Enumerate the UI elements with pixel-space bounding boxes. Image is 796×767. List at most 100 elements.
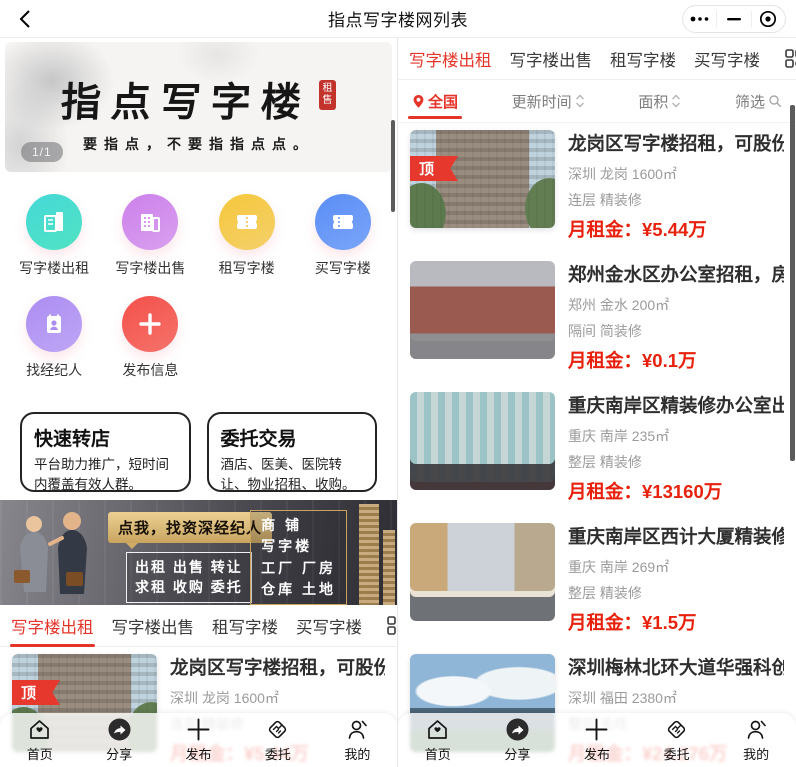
ad-category: 仓库 土地 bbox=[261, 579, 336, 600]
quick-icon-buy-office[interactable]: 买写字楼 bbox=[295, 194, 391, 278]
tabbar-publish[interactable]: 发布 bbox=[557, 713, 637, 767]
filter-area[interactable]: 面积 bbox=[638, 80, 681, 122]
listing-item[interactable]: 重庆南岸区精装修办公室出… 重庆 南岸 235㎡ 整层 精装修 月租金：¥131… bbox=[398, 392, 796, 504]
listing-item[interactable]: 郑州金水区办公室招租，房… 郑州 金水 200㎡ 隔间 简装修 月租金：¥0.1… bbox=[398, 261, 796, 373]
promo-desc: 酒店、医美、医院转让、物业招租、收购。 bbox=[221, 455, 364, 494]
home-icon bbox=[425, 717, 450, 742]
tabbar-profile[interactable]: 我的 bbox=[318, 713, 397, 767]
carousel-page-indicator: 1/1 bbox=[21, 142, 63, 162]
sort-arrows-icon bbox=[671, 94, 681, 108]
publish-plus-icon bbox=[186, 717, 211, 742]
listing-price: 月租金：¥5.44万 bbox=[568, 216, 784, 242]
ad-categories-box: 商 铺 写字楼 工厂 厂房 仓库 土地 bbox=[250, 510, 347, 605]
promo-desc: 平台助力推广，短时间内覆盖有效人群。 bbox=[34, 455, 177, 494]
tab-office-sale[interactable]: 写字楼出售 bbox=[103, 614, 204, 638]
businessmen-illustration bbox=[6, 508, 106, 600]
listing-photo bbox=[410, 392, 555, 490]
tabbar-entrust[interactable]: 委托 bbox=[637, 713, 717, 767]
profile-icon bbox=[345, 717, 370, 742]
minimize-icon[interactable] bbox=[721, 8, 747, 30]
tab-rent-office[interactable]: 租写字楼 bbox=[601, 47, 685, 71]
all-categories-icon[interactable] bbox=[387, 614, 398, 638]
office-rent-icon bbox=[26, 194, 82, 250]
share-icon bbox=[107, 717, 132, 742]
promo-title: 委托交易 bbox=[221, 424, 364, 451]
listing-price: 月租金：¥1.5万 bbox=[568, 609, 784, 635]
tabbar-share[interactable]: 分享 bbox=[478, 713, 558, 767]
listing-meta: 郑州 金水 200㎡ bbox=[568, 295, 784, 315]
quick-icon-office-sale[interactable]: 写字楼出售 bbox=[102, 194, 198, 278]
category-tabs-right: 写字楼出租 写字楼出售 租写字楼 买写字楼 bbox=[398, 38, 796, 80]
ad-category: 写字楼 bbox=[261, 536, 336, 557]
tabbar-share[interactable]: 分享 bbox=[79, 713, 158, 767]
filter-label: 面积 bbox=[638, 91, 668, 112]
scrollbar-right[interactable] bbox=[790, 105, 795, 461]
quick-icon-office-rent[interactable]: 写字楼出租 bbox=[6, 194, 102, 278]
hero-calligraphy-title: 指点写字楼 bbox=[59, 70, 312, 128]
quick-icon-label: 租写字楼 bbox=[219, 258, 275, 278]
tabbar-home[interactable]: 首页 bbox=[0, 713, 79, 767]
listing-item[interactable]: 重庆南岸区西计大厦精装修… 重庆 南岸 269㎡ 整层 精装修 月租金：¥1.5… bbox=[398, 523, 796, 635]
filter-label: 全国 bbox=[428, 91, 458, 112]
search-icon bbox=[768, 94, 782, 108]
quick-icon-label: 找经纪人 bbox=[26, 360, 82, 380]
gold-tower-graphic bbox=[359, 504, 379, 605]
filter-update-time[interactable]: 更新时间 bbox=[512, 80, 585, 122]
quick-icon-label: 写字楼出租 bbox=[19, 258, 89, 278]
scrollbar-left[interactable] bbox=[391, 120, 395, 212]
capsule-divider bbox=[716, 11, 717, 27]
tab-office-sale[interactable]: 写字楼出售 bbox=[501, 47, 602, 71]
tabbar-publish[interactable]: 发布 bbox=[159, 713, 238, 767]
app-window: 指点写字楼网列表 指点写字楼 租售 bbox=[0, 0, 796, 767]
tab-office-rent[interactable]: 写字楼出租 bbox=[2, 614, 103, 638]
miniprogram-capsule bbox=[682, 5, 786, 33]
publish-plus-icon bbox=[584, 717, 609, 742]
listing-title: 郑州金水区办公室招租，房… bbox=[568, 261, 784, 287]
listing-title: 重庆南岸区西计大厦精装修… bbox=[568, 523, 784, 549]
promo-card-quick-transfer[interactable]: 快速转店 平台助力推广，短时间内覆盖有效人群。 bbox=[20, 412, 191, 492]
listing-photo: 顶 bbox=[410, 130, 555, 228]
quick-icon-grid: 写字楼出租 写字楼出售 租写字楼 bbox=[0, 172, 397, 398]
rent-office-icon bbox=[219, 194, 275, 250]
tabbar-entrust[interactable]: 委托 bbox=[238, 713, 317, 767]
quick-icon-find-agent[interactable]: 找经纪人 bbox=[6, 296, 102, 380]
listing-meta: 深圳 龙岗 1600㎡ bbox=[170, 688, 385, 708]
quick-icon-rent-office[interactable]: 租写字楼 bbox=[199, 194, 295, 278]
home-icon bbox=[27, 717, 52, 742]
ad-category: 商 铺 bbox=[261, 515, 336, 536]
ad-service-line: 出租 出售 转让 bbox=[135, 557, 243, 577]
agent-ad-banner[interactable]: 点我，找资深经纪人 出租 出售 转让 求租 收购 委托 商 铺 写字楼 工厂 厂… bbox=[0, 500, 397, 605]
tabbar-home[interactable]: 首页 bbox=[398, 713, 478, 767]
office-sale-icon bbox=[122, 194, 178, 250]
filter-region[interactable]: 全国 bbox=[412, 80, 458, 122]
promo-card-entrust-trade[interactable]: 委托交易 酒店、医美、医院转让、物业招租、收购。 bbox=[207, 412, 378, 492]
tab-buy-office[interactable]: 买写字楼 bbox=[287, 614, 371, 638]
bottom-tabbar-left: 首页 分享 发布 委托 bbox=[0, 713, 397, 767]
tabbar-profile[interactable]: 我的 bbox=[716, 713, 796, 767]
quick-icon-label: 买写字楼 bbox=[315, 258, 371, 278]
ad-headline: 点我，找资深经纪人 bbox=[108, 512, 272, 543]
listing-title: 龙岗区写字楼招租，可股份… bbox=[568, 130, 784, 156]
more-menu-icon[interactable] bbox=[687, 8, 713, 30]
entrust-handshake-icon bbox=[265, 717, 290, 742]
tab-rent-office[interactable]: 租写字楼 bbox=[203, 614, 287, 638]
listing-photo bbox=[410, 261, 555, 359]
tab-buy-office[interactable]: 买写字楼 bbox=[685, 47, 769, 71]
close-icon[interactable] bbox=[755, 8, 781, 30]
listing-title: 重庆南岸区精装修办公室出… bbox=[568, 392, 784, 418]
tabbar-label: 发布 bbox=[584, 744, 610, 763]
tabbar-label: 我的 bbox=[743, 744, 769, 763]
hero-banner[interactable]: 指点写字楼 租售 要指点，不要指指点点。 1/1 bbox=[5, 42, 392, 172]
all-categories-icon[interactable] bbox=[785, 47, 796, 71]
listing-photo bbox=[410, 523, 555, 621]
find-agent-icon bbox=[26, 296, 82, 352]
listing-item[interactable]: 顶 龙岗区写字楼招租，可股份… 深圳 龙岗 1600㎡ 连层 精装修 月租金：¥… bbox=[398, 130, 796, 242]
filter-more[interactable]: 筛选 bbox=[735, 80, 782, 122]
rent-sale-seal: 租售 bbox=[319, 80, 336, 110]
tab-office-rent[interactable]: 写字楼出租 bbox=[400, 47, 501, 71]
quick-icon-publish-info[interactable]: 发布信息 bbox=[102, 296, 198, 380]
listing-meta: 重庆 南岸 269㎡ bbox=[568, 557, 784, 577]
listing-title: 深圳梅林北环大道华强科创… bbox=[568, 654, 784, 680]
navbar: 指点写字楼网列表 bbox=[0, 0, 796, 38]
tabbar-label: 我的 bbox=[344, 744, 370, 763]
